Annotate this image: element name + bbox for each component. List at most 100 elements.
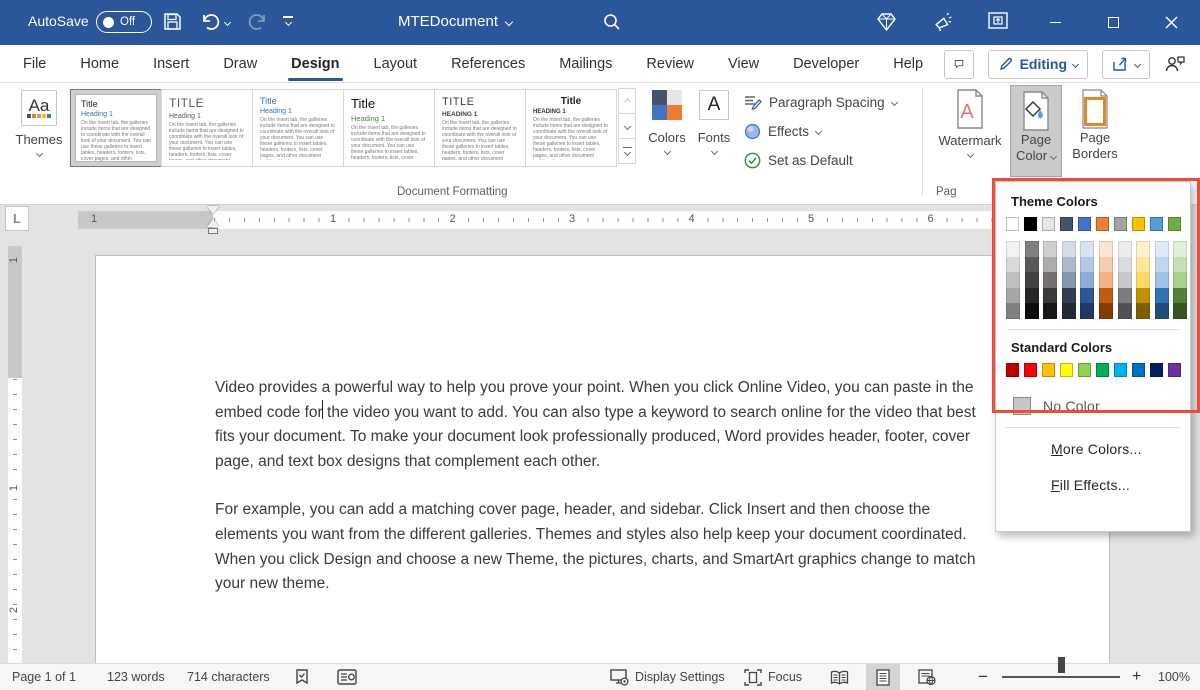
more-colors-menu-item[interactable]: More Colors... (1005, 432, 1181, 466)
theme-variant-swatch[interactable] (1155, 303, 1169, 319)
theme-variant-swatch[interactable] (1155, 241, 1169, 257)
theme-variant-swatch[interactable] (1118, 241, 1132, 257)
colors-button[interactable]: Colors (645, 90, 689, 154)
standard-color-swatch[interactable] (1132, 363, 1145, 377)
document-title[interactable]: MTEDocument (398, 13, 512, 30)
standard-color-swatch[interactable] (1114, 363, 1127, 377)
autosave-toggle[interactable]: Off (96, 11, 152, 33)
theme-variant-swatch[interactable] (1043, 272, 1057, 288)
undo-icon[interactable] (198, 10, 220, 32)
theme-variant-swatch[interactable] (1136, 257, 1150, 273)
tab-review[interactable]: Review (629, 45, 711, 83)
theme-variant-swatch[interactable] (1025, 288, 1039, 304)
theme-variant-swatch[interactable] (1006, 241, 1020, 257)
standard-color-swatch[interactable] (1006, 363, 1019, 377)
standard-color-swatch[interactable] (1096, 363, 1109, 377)
print-layout-view-button[interactable] (866, 664, 900, 690)
proofing-status-icon[interactable] (293, 664, 311, 690)
theme-variant-swatch[interactable] (1006, 303, 1020, 319)
theme-color-swatch[interactable] (1132, 217, 1145, 231)
theme-variant-swatch[interactable] (1025, 257, 1039, 273)
standard-color-swatch[interactable] (1150, 363, 1163, 377)
tab-help[interactable]: Help (876, 45, 940, 83)
search-icon[interactable] (602, 12, 622, 32)
display-settings-button[interactable]: Display Settings (610, 664, 725, 690)
theme-variant-swatch[interactable] (1155, 257, 1169, 273)
tab-design[interactable]: Design (274, 45, 356, 83)
theme-variant-swatch[interactable] (1080, 303, 1094, 319)
standard-color-swatch[interactable] (1060, 363, 1073, 377)
theme-variant-swatch[interactable] (1080, 257, 1094, 273)
tab-insert[interactable]: Insert (136, 45, 206, 83)
zoom-level[interactable]: 100% (1158, 664, 1190, 690)
theme-color-swatch[interactable] (1078, 217, 1091, 231)
style-set-thumbnail-4[interactable]: TitleHeading 1On the Insert tab, the gal… (343, 89, 435, 167)
theme-variant-swatch[interactable] (1043, 303, 1057, 319)
theme-variant-swatch[interactable] (1155, 272, 1169, 288)
theme-variant-swatch[interactable] (1173, 303, 1187, 319)
style-set-thumbnail-1[interactable]: TitleHeading 1On the Insert tab, the gal… (70, 89, 162, 167)
premium-diamond-icon[interactable] (876, 12, 897, 32)
tab-stop-selector[interactable]: L (5, 206, 29, 231)
fill-effects-menu-item[interactable]: Fill Effects... (1005, 468, 1181, 502)
style-set-thumbnail-6[interactable]: TitleHEADING 1On the Insert tab, the gal… (525, 89, 617, 167)
theme-variant-swatch[interactable] (1099, 272, 1113, 288)
style-set-thumbnail-3[interactable]: TitleHeading 1On the Insert tab, the gal… (252, 89, 344, 167)
theme-variant-swatch[interactable] (1118, 288, 1132, 304)
minimize-button[interactable] (1032, 0, 1078, 45)
presence-people-icon[interactable] (1164, 54, 1186, 74)
theme-color-swatch[interactable] (1060, 217, 1073, 231)
theme-variant-swatch[interactable] (1136, 288, 1150, 304)
standard-color-swatch[interactable] (1042, 363, 1055, 377)
tab-layout[interactable]: Layout (357, 45, 435, 83)
theme-variant-swatch[interactable] (1155, 288, 1169, 304)
focus-button[interactable]: Focus (744, 664, 802, 690)
theme-color-swatch[interactable] (1168, 217, 1181, 231)
themes-button[interactable]: Aa Themes (12, 90, 66, 156)
theme-variant-swatch[interactable] (1099, 288, 1113, 304)
gallery-more-button[interactable] (618, 138, 636, 164)
tab-draw[interactable]: Draw (206, 45, 274, 83)
theme-variant-swatch[interactable] (1099, 241, 1113, 257)
macro-recording-icon[interactable] (337, 664, 357, 690)
customize-toolbar-icon[interactable] (283, 16, 293, 25)
tab-home[interactable]: Home (63, 45, 136, 83)
comments-button[interactable] (944, 50, 974, 79)
tab-references[interactable]: References (434, 45, 542, 83)
theme-color-swatch[interactable] (1024, 217, 1037, 231)
theme-variant-swatch[interactable] (1080, 272, 1094, 288)
theme-color-swatch[interactable] (1006, 217, 1019, 231)
page-borders-button[interactable]: Page Borders (1066, 88, 1124, 162)
left-indent-marker[interactable] (208, 228, 218, 234)
feedback-megaphone-icon[interactable] (932, 11, 954, 33)
theme-variant-swatch[interactable] (1043, 257, 1057, 273)
page-number-status[interactable]: Page 1 of 1 (12, 664, 76, 690)
web-layout-view-button[interactable] (910, 664, 944, 690)
hanging-indent-marker[interactable] (207, 219, 219, 227)
maximize-button[interactable] (1090, 0, 1136, 45)
theme-variant-swatch[interactable] (1025, 241, 1039, 257)
theme-variant-swatch[interactable] (1043, 288, 1057, 304)
read-mode-view-button[interactable] (822, 664, 856, 690)
tab-file[interactable]: File (6, 45, 63, 83)
theme-variant-swatch[interactable] (1043, 241, 1057, 257)
style-set-thumbnail-5[interactable]: TITLEHEADING 1On the Insert tab, the gal… (434, 89, 526, 167)
tab-view[interactable]: View (711, 45, 776, 83)
theme-variant-swatch[interactable] (1136, 241, 1150, 257)
effects-button[interactable]: Effects (744, 119, 821, 143)
theme-variant-swatch[interactable] (1006, 288, 1020, 304)
standard-color-swatch[interactable] (1024, 363, 1037, 377)
watermark-button[interactable]: A Watermark (932, 88, 1008, 157)
editing-mode-button[interactable]: Editing (988, 50, 1088, 79)
first-line-indent-marker[interactable] (207, 206, 219, 214)
zoom-out-button[interactable]: − (978, 664, 988, 690)
zoom-in-button[interactable]: + (1132, 664, 1141, 690)
theme-variant-swatch[interactable] (1025, 272, 1039, 288)
theme-variant-swatch[interactable] (1062, 257, 1076, 273)
character-count-status[interactable]: 714 characters (187, 664, 270, 690)
page-color-button[interactable]: Page Color (1010, 85, 1062, 177)
theme-variant-swatch[interactable] (1173, 241, 1187, 257)
close-button[interactable] (1148, 0, 1194, 45)
tab-mailings[interactable]: Mailings (542, 45, 629, 83)
standard-color-swatch[interactable] (1168, 363, 1181, 377)
